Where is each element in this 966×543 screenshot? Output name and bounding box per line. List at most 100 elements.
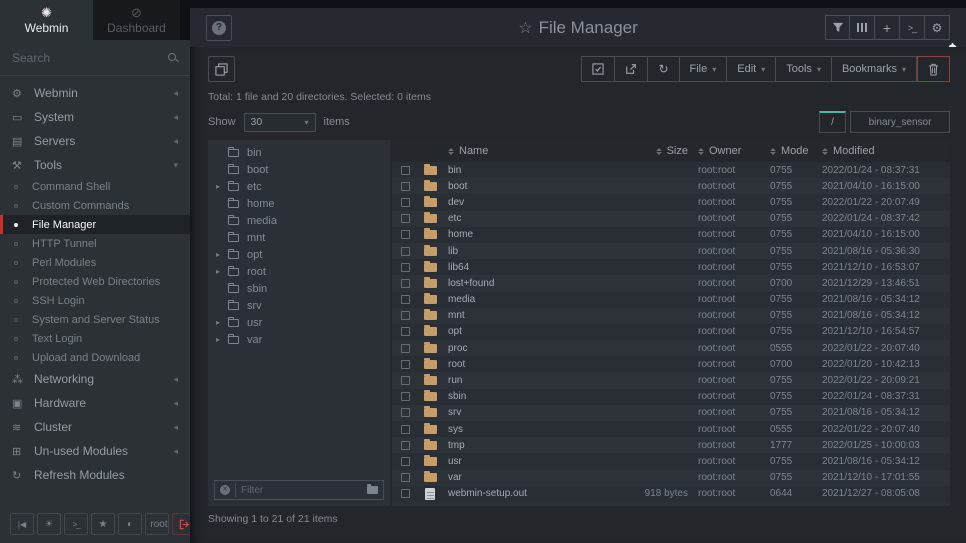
sidebar-item-hardware[interactable]: ▣Hardware◂	[0, 391, 190, 415]
sidebar-item-cluster[interactable]: ≋Cluster◂	[0, 415, 190, 439]
table-row-proc[interactable]: procroot:root05552022/01/22 - 20:07:40	[392, 340, 950, 356]
sidebar-item-upload-and-download[interactable]: Upload and Download	[0, 348, 190, 367]
tree-item-boot[interactable]: boot	[208, 161, 390, 178]
table-row-boot[interactable]: bootroot:root07552021/04/10 - 16:15:00	[392, 178, 950, 194]
tree-item-root[interactable]: ▸root	[208, 263, 390, 280]
row-checkbox[interactable]	[401, 376, 410, 385]
favorite-star-icon[interactable]: ☆	[518, 20, 532, 37]
settings-button[interactable]: ⚙	[925, 15, 950, 40]
tree-item-etc[interactable]: ▸etc	[208, 178, 390, 195]
table-row-home[interactable]: homeroot:root07552021/04/10 - 16:15:00	[392, 227, 950, 243]
row-checkbox[interactable]	[401, 489, 410, 498]
path-root-button[interactable]: /	[819, 111, 846, 133]
sidebar-item-perl-modules[interactable]: Perl Modules	[0, 253, 190, 272]
tree-item-srv[interactable]: srv	[208, 297, 390, 314]
clear-filter-icon[interactable]: ✕	[220, 485, 230, 495]
user-button[interactable]: root	[145, 513, 169, 535]
sidebar-item-webmin[interactable]: ⚙Webmin◂	[0, 81, 190, 105]
select-all-button[interactable]	[581, 56, 615, 82]
sidebar-item-system-and-server-status[interactable]: System and Server Status	[0, 310, 190, 329]
collapse-sidebar-button[interactable]: |◀	[10, 513, 34, 535]
column-header-modified[interactable]: Modified	[822, 145, 950, 157]
language-button[interactable]: ◐	[118, 513, 142, 535]
row-checkbox[interactable]	[401, 344, 410, 353]
tree-item-var[interactable]: ▸var	[208, 331, 390, 348]
refresh-button[interactable]: ↻	[648, 56, 679, 82]
sidebar-item-refresh-modules[interactable]: ↻Refresh Modules	[0, 463, 190, 487]
columns-button[interactable]	[850, 15, 875, 40]
favorites-button[interactable]: ★	[91, 513, 115, 535]
row-checkbox[interactable]	[401, 360, 410, 369]
row-checkbox[interactable]	[401, 457, 410, 466]
table-row-media[interactable]: mediaroot:root07552021/08/16 - 05:34:12	[392, 292, 950, 308]
row-checkbox[interactable]	[401, 198, 410, 207]
column-header-owner[interactable]: Owner	[698, 145, 770, 157]
row-checkbox[interactable]	[401, 473, 410, 482]
filter-button[interactable]	[825, 15, 850, 40]
row-checkbox[interactable]	[401, 279, 410, 288]
table-row-lib64[interactable]: lib64root:root07552021/12/10 - 16:53:07	[392, 259, 950, 275]
sidebar-item-un-used-modules[interactable]: ⊞Un-used Modules◂	[0, 439, 190, 463]
row-checkbox[interactable]	[401, 441, 410, 450]
tree-filter-input[interactable]	[235, 483, 362, 497]
column-header-name[interactable]: Name	[448, 145, 602, 157]
table-row-lost-found[interactable]: lost+foundroot:root07002021/12/29 - 13:4…	[392, 275, 950, 291]
column-header-size[interactable]: Size	[602, 145, 698, 157]
row-checkbox[interactable]	[401, 392, 410, 401]
table-row-mnt[interactable]: mntroot:root07552021/08/16 - 05:34:12	[392, 308, 950, 324]
path-filter-box[interactable]: binary_sensor	[850, 111, 950, 133]
table-row-webmin-setup-out[interactable]: webmin-setup.out918 bytesroot:root064420…	[392, 486, 950, 502]
share-button[interactable]	[615, 56, 648, 82]
tree-item-home[interactable]: home	[208, 195, 390, 212]
table-row-sys[interactable]: sysroot:root05552022/01/22 - 20:07:40	[392, 421, 950, 437]
sidebar-item-networking[interactable]: ⁂Networking◂	[0, 367, 190, 391]
row-checkbox[interactable]	[401, 425, 410, 434]
tree-item-bin[interactable]: bin	[208, 144, 390, 161]
table-row-etc[interactable]: etcroot:root07552022/01/24 - 08:37:42	[392, 211, 950, 227]
table-row-var[interactable]: varroot:root07552021/12/10 - 17:01:55	[392, 470, 950, 486]
table-row-bin[interactable]: binroot:root07552022/01/24 - 08:37:31	[392, 162, 950, 178]
new-window-button[interactable]	[208, 56, 235, 82]
row-checkbox[interactable]	[401, 166, 410, 175]
expand-arrow-icon[interactable]: ▸	[216, 335, 228, 344]
row-checkbox[interactable]	[401, 408, 410, 417]
terminal-button[interactable]: >_	[900, 15, 925, 40]
row-checkbox[interactable]	[401, 182, 410, 191]
table-row-opt[interactable]: optroot:root07552021/12/10 - 16:54:57	[392, 324, 950, 340]
table-row-sbin[interactable]: sbinroot:root07552022/01/24 - 08:37:31	[392, 389, 950, 405]
row-checkbox[interactable]	[401, 214, 410, 223]
add-tab-button[interactable]: +	[875, 15, 900, 40]
page-size-select[interactable]: 30 ▾	[244, 113, 316, 132]
table-row-lib[interactable]: libroot:root07552021/08/16 - 05:36:30	[392, 243, 950, 259]
table-row-run[interactable]: runroot:root07552022/01/22 - 20:09:21	[392, 372, 950, 388]
tree-item-mnt[interactable]: mnt	[208, 229, 390, 246]
tree-item-sbin[interactable]: sbin	[208, 280, 390, 297]
tab-webmin[interactable]: ✺ Webmin	[0, 0, 93, 40]
sidebar-item-ssh-login[interactable]: SSH Login	[0, 291, 190, 310]
edit-menu-button[interactable]: Edit▾	[727, 56, 776, 82]
tree-item-media[interactable]: media	[208, 212, 390, 229]
row-checkbox[interactable]	[401, 247, 410, 256]
sidebar-item-custom-commands[interactable]: Custom Commands	[0, 196, 190, 215]
sidebar-item-text-login[interactable]: Text Login	[0, 329, 190, 348]
row-checkbox[interactable]	[401, 327, 410, 336]
sidebar-item-tools[interactable]: ⚒Tools▾	[0, 153, 190, 177]
bookmarks-menu-button[interactable]: Bookmarks▾	[832, 56, 917, 82]
sidebar-item-protected-web-directories[interactable]: Protected Web Directories	[0, 272, 190, 291]
folder-icon[interactable]	[367, 486, 378, 494]
tab-dashboard[interactable]: ⊘ Dashboard	[93, 0, 180, 40]
table-row-usr[interactable]: usrroot:root07552021/08/16 - 05:34:12	[392, 453, 950, 469]
expand-arrow-icon[interactable]: ▸	[216, 267, 228, 276]
sidebar-item-command-shell[interactable]: Command Shell	[0, 177, 190, 196]
sidebar-item-system[interactable]: ▭System◂	[0, 105, 190, 129]
expand-arrow-icon[interactable]: ▸	[216, 250, 228, 259]
column-header-mode[interactable]: Mode	[770, 145, 822, 157]
file-menu-button[interactable]: File▾	[680, 56, 728, 82]
help-button[interactable]: ?	[206, 15, 232, 41]
theme-button[interactable]: ☀	[37, 513, 61, 535]
table-row-tmp[interactable]: tmproot:root17772022/01/25 - 10:00:03	[392, 437, 950, 453]
trash-button[interactable]	[917, 56, 950, 82]
table-row-dev[interactable]: devroot:root07552022/01/22 - 20:07:49	[392, 194, 950, 210]
table-row-srv[interactable]: srvroot:root07552021/08/16 - 05:34:12	[392, 405, 950, 421]
row-checkbox[interactable]	[401, 230, 410, 239]
